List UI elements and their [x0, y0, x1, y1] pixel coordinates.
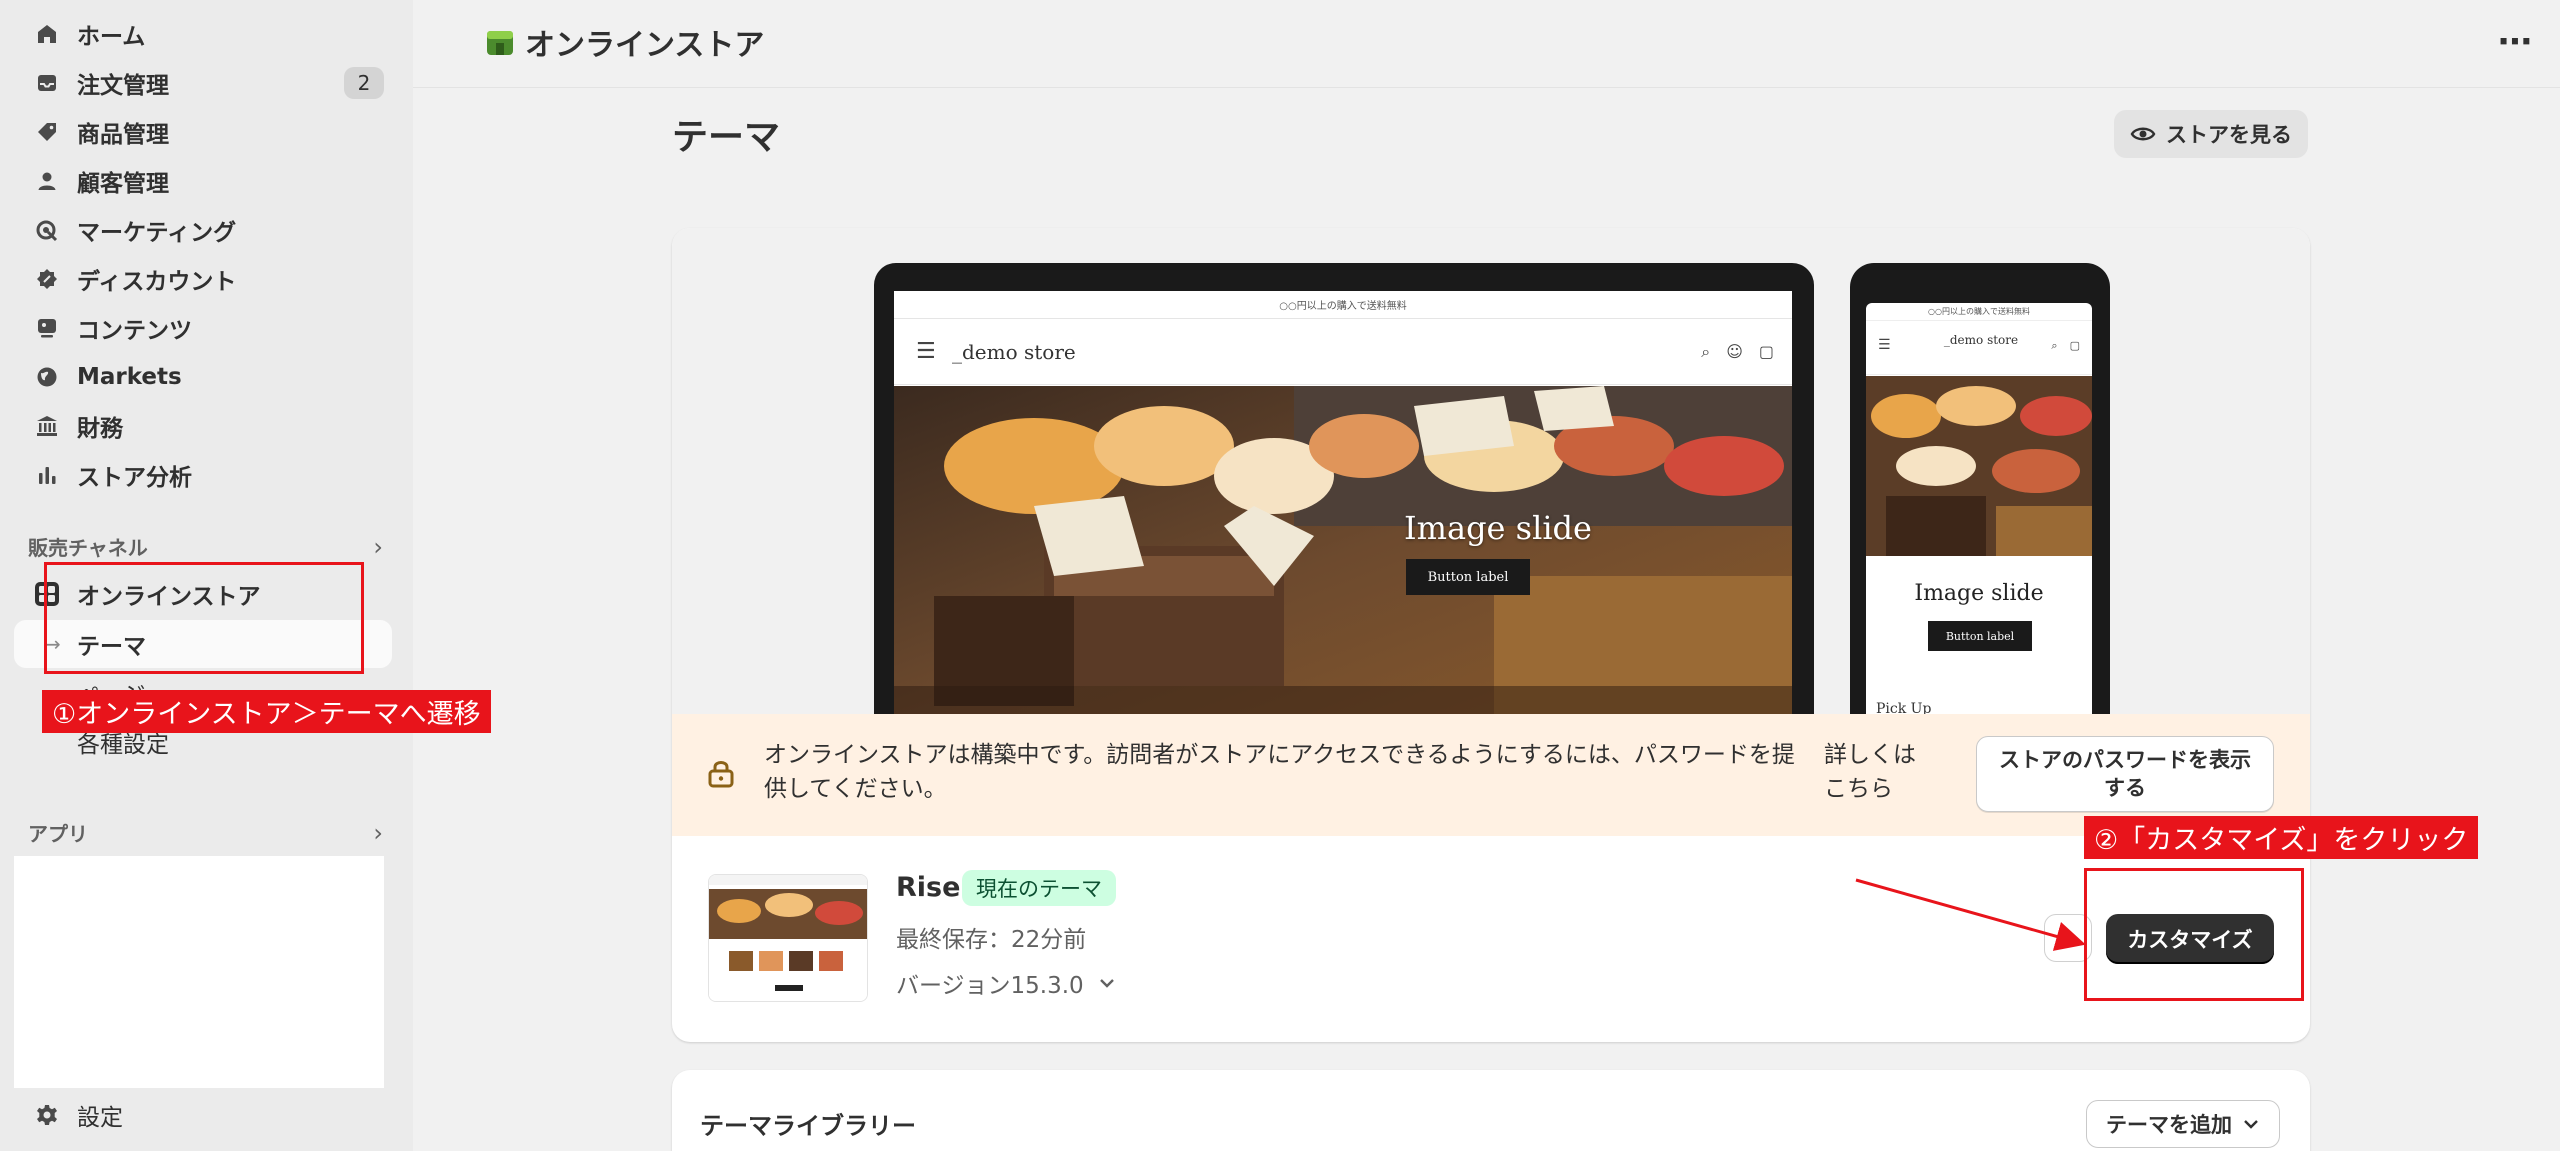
- page-header: オンラインストア: [485, 20, 764, 64]
- theme-version-label: バージョン15.3.0: [896, 973, 1084, 999]
- content-icon: [30, 311, 64, 345]
- sidebar-item-discounts[interactable]: ディスカウント: [14, 256, 392, 302]
- slide-title: Image slide: [1404, 509, 1592, 547]
- sidebar-item-finance[interactable]: 財務: [14, 403, 392, 449]
- sidebar-item-label: ストア分析: [77, 465, 192, 491]
- sidebar-item-home[interactable]: ホーム: [14, 11, 392, 57]
- apps-list: [14, 856, 384, 1088]
- page-title: テーマ: [672, 117, 781, 158]
- globe-icon: [30, 360, 64, 394]
- top-bar: オンラインストア ⋯: [413, 0, 2560, 88]
- theme-version[interactable]: バージョン15.3.0: [896, 966, 1116, 1000]
- store-name: _demo store: [952, 339, 1076, 364]
- view-store-label: ストアを見る: [2166, 123, 2292, 147]
- sidebar-item-label: コンテンツ: [77, 318, 192, 344]
- sidebar-item-settings[interactable]: 設定: [14, 1092, 392, 1138]
- search-icon: ⌕: [1701, 341, 1711, 361]
- annotation-box-step1: [44, 562, 364, 674]
- learn-more-link[interactable]: 詳しくはこちら: [1824, 738, 1924, 806]
- last-saved-text: 最終保存：22分前: [896, 927, 1087, 953]
- mobile-store-name: _demo store: [1943, 333, 2019, 347]
- password-warning-banner: オンラインストアは構築中です。訪問者がストアにアクセスできるようにするには、パス…: [672, 714, 2310, 836]
- add-theme-button[interactable]: テーマを追加: [2086, 1100, 2280, 1148]
- inbox-icon: [30, 66, 64, 100]
- theme-thumbnail[interactable]: [708, 874, 868, 1002]
- mobile-slide-button: Button label: [1928, 621, 2032, 651]
- annotation-box-step2: [2084, 868, 2304, 1001]
- sidebar-item-label: 注文管理: [77, 73, 169, 99]
- annotation-label-step1: ①オンラインストア＞テーマへ遷移: [42, 690, 491, 733]
- chevron-down-icon: [2244, 1120, 2258, 1129]
- hamburger-icon: ☰: [1878, 337, 1891, 353]
- online-store-app-icon: [487, 31, 513, 55]
- chevron-down-icon: [1099, 979, 1114, 988]
- account-icon: ☺: [1726, 341, 1743, 361]
- hero-image: [894, 386, 1792, 723]
- home-icon: [30, 17, 64, 51]
- sidebar-item-label: 商品管理: [77, 122, 169, 148]
- chevron-right-icon[interactable]: ›: [373, 819, 383, 847]
- mobile-slide-title: Image slide: [1914, 581, 2044, 606]
- sidebar-item-label: 顧客管理: [77, 171, 169, 197]
- search-icon: ⌕: [2051, 339, 2058, 352]
- lock-icon: [708, 761, 734, 788]
- mobile-announcement-bar: ○○円以上の購入で送料無料: [1866, 303, 2092, 321]
- page-header-title: オンラインストア: [525, 28, 765, 63]
- slide-button: Button label: [1406, 559, 1530, 595]
- add-theme-label: テーマを追加: [2106, 1113, 2232, 1137]
- gear-icon: [30, 1098, 64, 1132]
- bank-icon: [30, 409, 64, 443]
- desktop-preview: ○○円以上の購入で送料無料 ☰ _demo store ⌕ ☺ ▢ Image …: [874, 263, 1814, 723]
- sidebar-item-label: Markets: [77, 364, 182, 390]
- orders-count-badge: 2: [344, 67, 384, 99]
- mobile-preview: ○○円以上の購入で送料無料 ☰ _demo store ⌕ ▢ Image sl…: [1850, 263, 2110, 723]
- store-header: ☰ _demo store ⌕ ☺ ▢: [894, 319, 1792, 385]
- mobile-store-header: ☰ _demo store ⌕ ▢: [1866, 321, 2092, 375]
- tag-icon: [30, 115, 64, 149]
- apps-heading: アプリ: [28, 822, 88, 846]
- mobile-hero-image: [1866, 376, 2092, 556]
- sidebar-item-label: マーケティング: [77, 220, 237, 246]
- sidebar-item-content[interactable]: コンテンツ: [14, 305, 392, 351]
- theme-preview[interactable]: ○○円以上の購入で送料無料 ☰ _demo store ⌕ ☺ ▢ Image …: [672, 228, 2310, 723]
- sidebar-item-marketing[interactable]: マーケティング: [14, 207, 392, 253]
- eye-icon: [2130, 127, 2156, 141]
- view-store-button[interactable]: ストアを見る: [2114, 110, 2308, 158]
- announcement-bar: ○○円以上の購入で送料無料: [894, 291, 1792, 319]
- more-actions-icon[interactable]: ⋯: [2498, 22, 2532, 62]
- sidebar-item-label: 設定: [77, 1105, 123, 1131]
- person-icon: [30, 164, 64, 198]
- cart-icon: ▢: [1758, 341, 1774, 361]
- theme-library-title: テーマライブラリー: [700, 1112, 916, 1140]
- sidebar-item-markets[interactable]: Markets: [14, 354, 392, 400]
- warning-message: オンラインストアは構築中です。訪問者がストアにアクセスできるようにするには、パス…: [764, 742, 1795, 802]
- chevron-right-icon[interactable]: ›: [373, 533, 383, 561]
- discount-icon: [30, 262, 64, 296]
- target-icon: [30, 213, 64, 247]
- theme-name: Rise: [896, 872, 961, 903]
- chart-icon: [30, 458, 64, 492]
- sidebar-item-products[interactable]: 商品管理: [14, 109, 392, 155]
- sidebar-item-label: ディスカウント: [77, 269, 237, 295]
- sidebar-item-label: ホーム: [77, 24, 146, 50]
- sidebar-item-customers[interactable]: 顧客管理: [14, 158, 392, 204]
- sidebar-item-orders[interactable]: 注文管理 2: [14, 60, 392, 106]
- show-password-button[interactable]: ストアのパスワードを表示する: [1976, 736, 2274, 812]
- current-theme-card: ○○円以上の購入で送料無料 ☰ _demo store ⌕ ☺ ▢ Image …: [672, 228, 2310, 1042]
- current-theme-badge: 現在のテーマ: [962, 870, 1116, 906]
- sidebar-item-label: 財務: [77, 416, 123, 442]
- annotation-label-step2: ②「カスタマイズ」をクリック: [2084, 816, 2479, 859]
- cart-icon: ▢: [2069, 339, 2080, 352]
- sales-channels-heading: 販売チャネル: [28, 536, 148, 560]
- hamburger-icon: ☰: [916, 339, 936, 364]
- theme-library-card: テーマライブラリー テーマを追加: [672, 1070, 2310, 1151]
- sidebar-item-analytics[interactable]: ストア分析: [14, 452, 392, 498]
